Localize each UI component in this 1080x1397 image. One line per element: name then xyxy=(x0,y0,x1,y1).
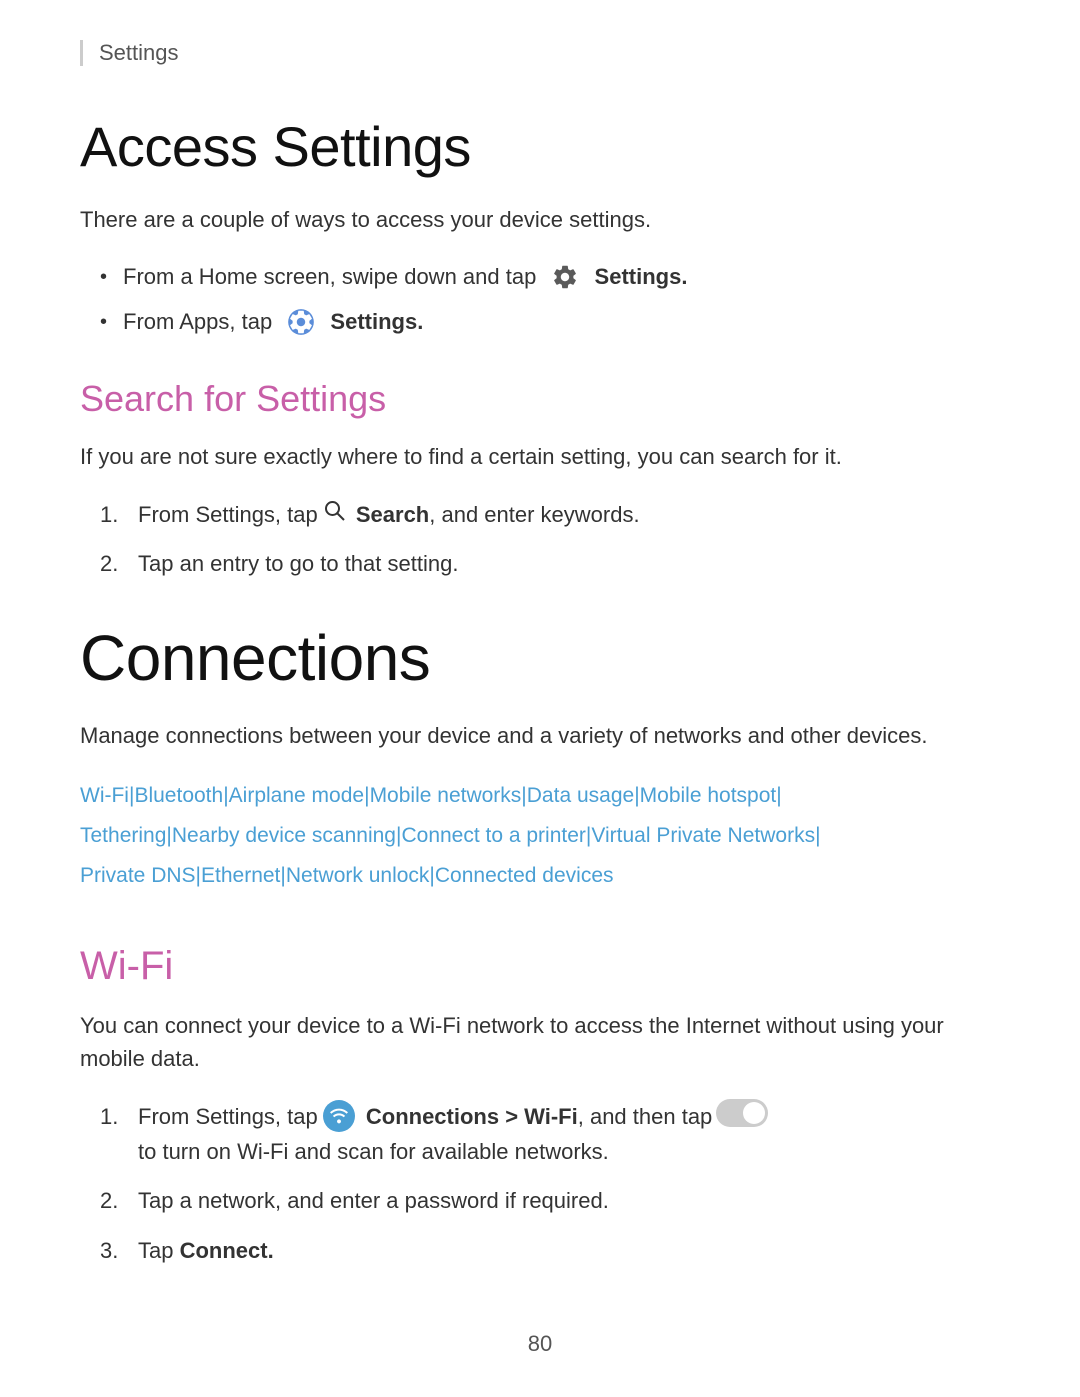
link-mobile-networks[interactable]: Mobile networks xyxy=(370,784,522,807)
link-vpn[interactable]: Virtual Private Networks xyxy=(591,824,815,847)
step-num-2: 2. xyxy=(100,546,130,581)
link-data-usage[interactable]: Data usage xyxy=(527,784,634,807)
search-settings-intro: If you are not sure exactly where to fin… xyxy=(80,440,1000,473)
connections-link-group: Wi-Fi|Bluetooth|Airplane mode|Mobile net… xyxy=(80,776,1000,896)
access-settings-intro: There are a couple of ways to access you… xyxy=(80,203,1000,236)
access-bullets: From a Home screen, swipe down and tap S… xyxy=(80,260,1000,338)
wifi-step-1-text-before: From Settings, tap xyxy=(138,1099,318,1134)
step-1-text-before: From Settings, tap xyxy=(138,497,318,532)
access-settings-title: Access Settings xyxy=(80,114,1000,179)
wifi-step-1-text3: to turn on Wi-Fi and scan for available … xyxy=(138,1134,609,1169)
link-private-dns[interactable]: Private DNS xyxy=(80,864,196,887)
gear-dark-icon xyxy=(550,262,580,292)
toggle-icon xyxy=(716,1099,768,1127)
link-mobile-hotspot[interactable]: Mobile hotspot xyxy=(640,784,777,807)
bullet-text-1b: Settings. xyxy=(588,260,687,293)
link-bluetooth[interactable]: Bluetooth xyxy=(134,784,223,807)
link-connected-devices[interactable]: Connected devices xyxy=(435,864,614,887)
link-nearby-device-scanning[interactable]: Nearby device scanning xyxy=(172,824,396,847)
wifi-step-3-text: Tap Connect. xyxy=(138,1233,274,1268)
link-network-unlock[interactable]: Network unlock xyxy=(286,864,430,887)
bullet-text-1a: From a Home screen, swipe down and tap xyxy=(123,260,542,293)
wifi-step-1: 1. From Settings, tap Connections > Wi-F… xyxy=(100,1099,1000,1169)
bullet-text-2b: Settings. xyxy=(324,305,423,338)
step-1-text-after: , and enter keywords. xyxy=(429,497,639,532)
search-step-2: 2. Tap an entry to go to that setting. xyxy=(100,546,1000,581)
wifi-step-3: 3. Tap Connect. xyxy=(100,1233,1000,1268)
wifi-step-1-content: From Settings, tap Connections > Wi-Fi ,… xyxy=(138,1099,1000,1169)
breadcrumb: Settings xyxy=(80,40,1000,66)
wifi-step-2: 2. Tap a network, and enter a password i… xyxy=(100,1183,1000,1218)
wifi-title: Wi-Fi xyxy=(80,944,1000,989)
search-icon xyxy=(321,497,347,523)
wifi-step-num-2: 2. xyxy=(100,1183,130,1218)
search-steps: 1. From Settings, tap Search , and enter… xyxy=(80,497,1000,581)
gear-blue-icon xyxy=(286,307,316,337)
connections-wifi-icon xyxy=(322,1099,356,1133)
connections-intro: Manage connections between your device a… xyxy=(80,719,1000,752)
bullet-text-2a: From Apps, tap xyxy=(123,305,278,338)
link-ethernet[interactable]: Ethernet xyxy=(201,864,280,887)
link-connect-printer[interactable]: Connect to a printer xyxy=(401,824,585,847)
link-airplane-mode[interactable]: Airplane mode xyxy=(229,784,364,807)
link-wifi[interactable]: Wi-Fi xyxy=(80,784,129,807)
wifi-step-1-text2: , and then tap xyxy=(578,1099,713,1134)
step-1-bold: Search xyxy=(350,497,430,532)
bullet-item-2: From Apps, tap Settings. xyxy=(100,305,1000,338)
wifi-step-2-text: Tap a network, and enter a password if r… xyxy=(138,1183,609,1218)
connections-title: Connections xyxy=(80,621,1000,695)
link-tethering[interactable]: Tethering xyxy=(80,824,166,847)
wifi-step-num-3: 3. xyxy=(100,1233,130,1268)
step-2-text: Tap an entry to go to that setting. xyxy=(138,546,458,581)
wifi-intro: You can connect your device to a Wi-Fi n… xyxy=(80,1009,1000,1075)
wifi-step-1-bold1: Connections > Wi-Fi xyxy=(360,1099,578,1134)
page-number: 80 xyxy=(528,1331,552,1357)
wifi-steps: 1. From Settings, tap Connections > Wi-F… xyxy=(80,1099,1000,1268)
wifi-step-num-1: 1. xyxy=(100,1099,130,1134)
bullet-item-1: From a Home screen, swipe down and tap S… xyxy=(100,260,1000,293)
step-num-1: 1. xyxy=(100,497,130,532)
search-settings-subtitle: Search for Settings xyxy=(80,378,1000,420)
breadcrumb-label: Settings xyxy=(99,40,179,65)
search-step-1: 1. From Settings, tap Search , and enter… xyxy=(100,497,1000,532)
step-1-content: From Settings, tap Search , and enter ke… xyxy=(138,497,640,532)
